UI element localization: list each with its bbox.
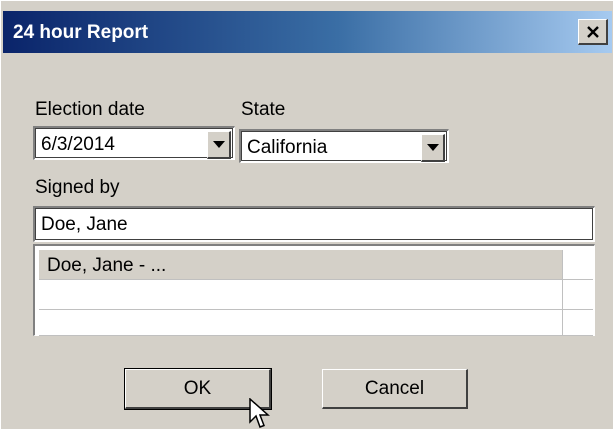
list-item-text: Doe, Jane - ... (47, 255, 167, 276)
close-icon (586, 25, 599, 38)
cancel-button[interactable]: Cancel (322, 369, 468, 409)
state-value: California (247, 137, 328, 158)
signed-by-label: Signed by (35, 177, 120, 198)
election-date-label: Election date (35, 99, 145, 120)
chevron-down-icon (426, 144, 439, 151)
state-combobox[interactable]: California (239, 129, 449, 163)
list-item[interactable]: Doe, Jane - ... (39, 250, 562, 280)
title-bar[interactable]: 24 hour Report (3, 11, 612, 53)
report-dialog: 24 hour Report Election date 6/3/2014 St… (0, 0, 613, 429)
election-date-dropdown-button[interactable] (207, 131, 231, 159)
dialog-title: 24 hour Report (13, 22, 149, 43)
ok-button-label: OK (183, 377, 212, 399)
signer-list: Doe, Jane - ... (33, 244, 595, 336)
cancel-button-label: Cancel (364, 377, 425, 399)
chevron-down-icon (212, 141, 225, 148)
close-button[interactable] (578, 19, 608, 45)
signed-by-value: Doe, Jane (41, 214, 128, 235)
list-cell[interactable] (562, 306, 593, 336)
state-label: State (241, 99, 286, 120)
state-dropdown-button[interactable] (421, 134, 445, 162)
list-item[interactable] (39, 306, 562, 336)
signed-by-input[interactable]: Doe, Jane (33, 206, 595, 242)
election-date-combobox[interactable]: 6/3/2014 (33, 126, 235, 160)
list-cell[interactable] (562, 250, 593, 280)
election-date-value: 6/3/2014 (41, 134, 115, 155)
mouse-pointer-icon (249, 398, 270, 428)
